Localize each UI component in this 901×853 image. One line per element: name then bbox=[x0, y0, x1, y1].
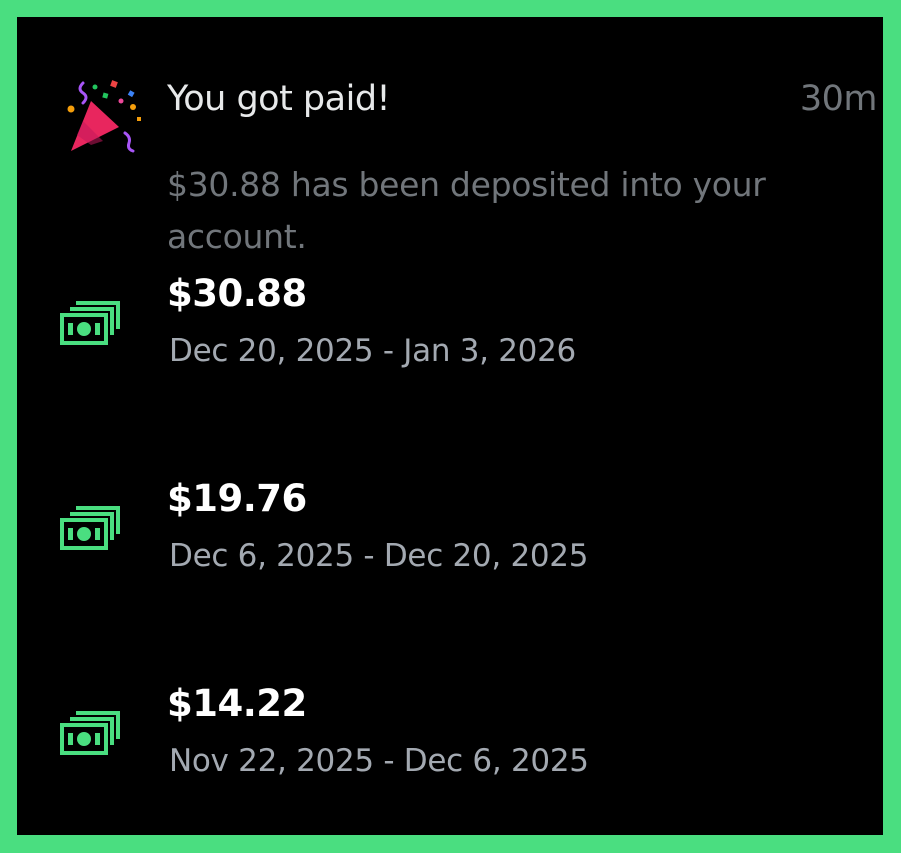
payment-period: Dec 6, 2025 - Dec 20, 2025 bbox=[169, 538, 589, 574]
payment-amount: $14.22 bbox=[167, 682, 307, 725]
money-icon bbox=[60, 504, 120, 550]
payment-item[interactable]: $19.76 Dec 6, 2025 - Dec 20, 2025 bbox=[17, 474, 883, 584]
notification-time: 30m bbox=[799, 79, 878, 119]
payment-item[interactable]: $14.22 Nov 22, 2025 - Dec 6, 2025 bbox=[17, 679, 883, 789]
notification-body: $30.88 has been deposited into your acco… bbox=[167, 165, 766, 256]
payment-amount: $19.76 bbox=[167, 477, 307, 520]
payment-amount: $30.88 bbox=[167, 272, 307, 315]
payouts-panel: You got paid! 30m $30.88 has been deposi… bbox=[17, 17, 883, 835]
money-icon bbox=[60, 709, 120, 755]
money-icon bbox=[60, 299, 120, 345]
payment-item[interactable]: $30.88 Dec 20, 2025 - Jan 3, 2026 bbox=[17, 269, 883, 379]
party-popper-icon bbox=[67, 77, 143, 153]
notification-title: You got paid! bbox=[167, 79, 391, 119]
payment-period: Nov 22, 2025 - Dec 6, 2025 bbox=[169, 743, 589, 779]
payment-notification[interactable]: You got paid! 30m $30.88 has been deposi… bbox=[17, 17, 883, 267]
payment-period: Dec 20, 2025 - Jan 3, 2026 bbox=[169, 333, 576, 369]
